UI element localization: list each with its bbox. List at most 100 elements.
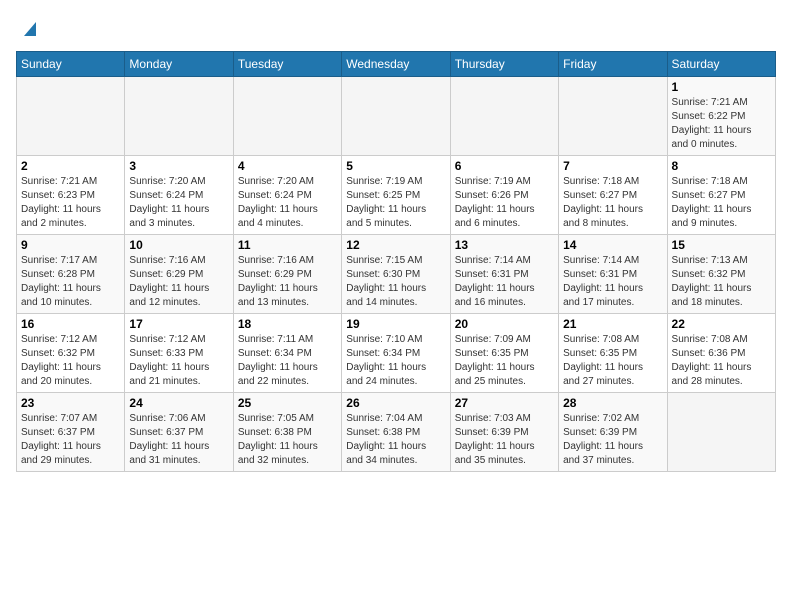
day-info: Sunrise: 7:13 AMSunset: 6:32 PMDaylight:… bbox=[672, 254, 771, 310]
calendar-cell: 25 Sunrise: 7:05 AMSunset: 6:38 PMDayligh… bbox=[233, 393, 341, 472]
day-number: 17 bbox=[129, 317, 228, 331]
calendar-header-saturday: Saturday bbox=[667, 52, 775, 77]
day-info: Sunrise: 7:12 AMSunset: 6:33 PMDaylight:… bbox=[129, 333, 228, 389]
calendar-cell: 10 Sunrise: 7:16 AMSunset: 6:29 PMDayligh… bbox=[125, 235, 233, 314]
calendar-cell: 17 Sunrise: 7:12 AMSunset: 6:33 PMDayligh… bbox=[125, 314, 233, 393]
calendar-cell bbox=[342, 77, 450, 156]
calendar-cell: 24 Sunrise: 7:06 AMSunset: 6:37 PMDayligh… bbox=[125, 393, 233, 472]
day-number: 24 bbox=[129, 396, 228, 410]
calendar-header-friday: Friday bbox=[559, 52, 667, 77]
calendar-cell: 21 Sunrise: 7:08 AMSunset: 6:35 PMDayligh… bbox=[559, 314, 667, 393]
calendar-header-monday: Monday bbox=[125, 52, 233, 77]
calendar-cell: 16 Sunrise: 7:12 AMSunset: 6:32 PMDayligh… bbox=[17, 314, 125, 393]
day-info: Sunrise: 7:04 AMSunset: 6:38 PMDaylight:… bbox=[346, 412, 445, 468]
day-number: 5 bbox=[346, 159, 445, 173]
day-info: Sunrise: 7:21 AMSunset: 6:22 PMDaylight:… bbox=[672, 96, 771, 152]
day-number: 23 bbox=[21, 396, 120, 410]
calendar-cell bbox=[233, 77, 341, 156]
day-number: 6 bbox=[455, 159, 554, 173]
calendar-table: SundayMondayTuesdayWednesdayThursdayFrid… bbox=[16, 51, 776, 472]
day-number: 20 bbox=[455, 317, 554, 331]
day-info: Sunrise: 7:07 AMSunset: 6:37 PMDaylight:… bbox=[21, 412, 120, 468]
calendar-cell: 7 Sunrise: 7:18 AMSunset: 6:27 PMDaylight… bbox=[559, 156, 667, 235]
day-info: Sunrise: 7:19 AMSunset: 6:25 PMDaylight:… bbox=[346, 175, 445, 231]
calendar-week-3: 9 Sunrise: 7:17 AMSunset: 6:28 PMDaylight… bbox=[17, 235, 776, 314]
calendar-cell: 8Sunrise: 7:18 AMSunset: 6:27 PMDaylight… bbox=[667, 156, 775, 235]
day-info: Sunrise: 7:09 AMSunset: 6:35 PMDaylight:… bbox=[455, 333, 554, 389]
calendar-cell: 18Sunrise: 7:11 AMSunset: 6:34 PMDayligh… bbox=[233, 314, 341, 393]
calendar-week-1: 1 Sunrise: 7:21 AMSunset: 6:22 PMDaylight… bbox=[17, 77, 776, 156]
day-number: 13 bbox=[455, 238, 554, 252]
logo-icon bbox=[20, 18, 40, 38]
calendar-cell: 2 Sunrise: 7:21 AMSunset: 6:23 PMDaylight… bbox=[17, 156, 125, 235]
day-info: Sunrise: 7:08 AMSunset: 6:35 PMDaylight:… bbox=[563, 333, 662, 389]
day-info: Sunrise: 7:14 AMSunset: 6:31 PMDaylight:… bbox=[563, 254, 662, 310]
day-info: Sunrise: 7:20 AMSunset: 6:24 PMDaylight:… bbox=[238, 175, 337, 231]
calendar-cell: 23 Sunrise: 7:07 AMSunset: 6:37 PMDayligh… bbox=[17, 393, 125, 472]
day-number: 9 bbox=[21, 238, 120, 252]
calendar-cell: 4 Sunrise: 7:20 AMSunset: 6:24 PMDaylight… bbox=[233, 156, 341, 235]
calendar-week-4: 16 Sunrise: 7:12 AMSunset: 6:32 PMDayligh… bbox=[17, 314, 776, 393]
page-header bbox=[16, 16, 776, 43]
calendar-cell: 12Sunrise: 7:15 AMSunset: 6:30 PMDayligh… bbox=[342, 235, 450, 314]
day-info: Sunrise: 7:21 AMSunset: 6:23 PMDaylight:… bbox=[21, 175, 120, 231]
day-info: Sunrise: 7:08 AMSunset: 6:36 PMDaylight:… bbox=[672, 333, 771, 389]
day-number: 18 bbox=[238, 317, 337, 331]
day-info: Sunrise: 7:18 AMSunset: 6:27 PMDaylight:… bbox=[563, 175, 662, 231]
day-number: 1 bbox=[672, 80, 771, 94]
calendar-cell bbox=[125, 77, 233, 156]
calendar-cell bbox=[559, 77, 667, 156]
day-number: 28 bbox=[563, 396, 662, 410]
day-number: 12 bbox=[346, 238, 445, 252]
logo bbox=[16, 16, 40, 43]
day-number: 21 bbox=[563, 317, 662, 331]
calendar-header-wednesday: Wednesday bbox=[342, 52, 450, 77]
day-number: 8 bbox=[672, 159, 771, 173]
day-info: Sunrise: 7:19 AMSunset: 6:26 PMDaylight:… bbox=[455, 175, 554, 231]
calendar-cell: 28 Sunrise: 7:02 AMSunset: 6:39 PMDayligh… bbox=[559, 393, 667, 472]
calendar-cell: 13 Sunrise: 7:14 AMSunset: 6:31 PMDayligh… bbox=[450, 235, 558, 314]
day-number: 7 bbox=[563, 159, 662, 173]
day-number: 16 bbox=[21, 317, 120, 331]
day-number: 11 bbox=[238, 238, 337, 252]
calendar-header-thursday: Thursday bbox=[450, 52, 558, 77]
day-info: Sunrise: 7:17 AMSunset: 6:28 PMDaylight:… bbox=[21, 254, 120, 310]
day-info: Sunrise: 7:10 AMSunset: 6:34 PMDaylight:… bbox=[346, 333, 445, 389]
day-number: 25 bbox=[238, 396, 337, 410]
calendar-cell bbox=[667, 393, 775, 472]
calendar-body: 1 Sunrise: 7:21 AMSunset: 6:22 PMDaylight… bbox=[17, 77, 776, 472]
day-number: 19 bbox=[346, 317, 445, 331]
calendar-cell: 3 Sunrise: 7:20 AMSunset: 6:24 PMDaylight… bbox=[125, 156, 233, 235]
calendar-header-tuesday: Tuesday bbox=[233, 52, 341, 77]
calendar-cell: 6 Sunrise: 7:19 AMSunset: 6:26 PMDaylight… bbox=[450, 156, 558, 235]
day-info: Sunrise: 7:20 AMSunset: 6:24 PMDaylight:… bbox=[129, 175, 228, 231]
day-info: Sunrise: 7:14 AMSunset: 6:31 PMDaylight:… bbox=[455, 254, 554, 310]
day-info: Sunrise: 7:03 AMSunset: 6:39 PMDaylight:… bbox=[455, 412, 554, 468]
day-info: Sunrise: 7:12 AMSunset: 6:32 PMDaylight:… bbox=[21, 333, 120, 389]
calendar-cell: 11Sunrise: 7:16 AMSunset: 6:29 PMDayligh… bbox=[233, 235, 341, 314]
calendar-cell: 19 Sunrise: 7:10 AMSunset: 6:34 PMDayligh… bbox=[342, 314, 450, 393]
day-info: Sunrise: 7:05 AMSunset: 6:38 PMDaylight:… bbox=[238, 412, 337, 468]
calendar-week-2: 2 Sunrise: 7:21 AMSunset: 6:23 PMDaylight… bbox=[17, 156, 776, 235]
day-info: Sunrise: 7:06 AMSunset: 6:37 PMDaylight:… bbox=[129, 412, 228, 468]
calendar-cell: 22 Sunrise: 7:08 AMSunset: 6:36 PMDayligh… bbox=[667, 314, 775, 393]
day-number: 26 bbox=[346, 396, 445, 410]
calendar-cell bbox=[450, 77, 558, 156]
day-number: 14 bbox=[563, 238, 662, 252]
day-number: 27 bbox=[455, 396, 554, 410]
day-number: 2 bbox=[21, 159, 120, 173]
day-number: 3 bbox=[129, 159, 228, 173]
day-info: Sunrise: 7:16 AMSunset: 6:29 PMDaylight:… bbox=[129, 254, 228, 310]
calendar-cell: 15Sunrise: 7:13 AMSunset: 6:32 PMDayligh… bbox=[667, 235, 775, 314]
calendar-cell: 26 Sunrise: 7:04 AMSunset: 6:38 PMDayligh… bbox=[342, 393, 450, 472]
day-number: 10 bbox=[129, 238, 228, 252]
calendar-cell: 14 Sunrise: 7:14 AMSunset: 6:31 PMDayligh… bbox=[559, 235, 667, 314]
day-number: 22 bbox=[672, 317, 771, 331]
calendar-header-sunday: Sunday bbox=[17, 52, 125, 77]
day-number: 4 bbox=[238, 159, 337, 173]
calendar-cell: 27 Sunrise: 7:03 AMSunset: 6:39 PMDayligh… bbox=[450, 393, 558, 472]
calendar-cell: 9 Sunrise: 7:17 AMSunset: 6:28 PMDaylight… bbox=[17, 235, 125, 314]
day-info: Sunrise: 7:02 AMSunset: 6:39 PMDaylight:… bbox=[563, 412, 662, 468]
calendar-cell: 1 Sunrise: 7:21 AMSunset: 6:22 PMDaylight… bbox=[667, 77, 775, 156]
calendar-cell: 5 Sunrise: 7:19 AMSunset: 6:25 PMDaylight… bbox=[342, 156, 450, 235]
